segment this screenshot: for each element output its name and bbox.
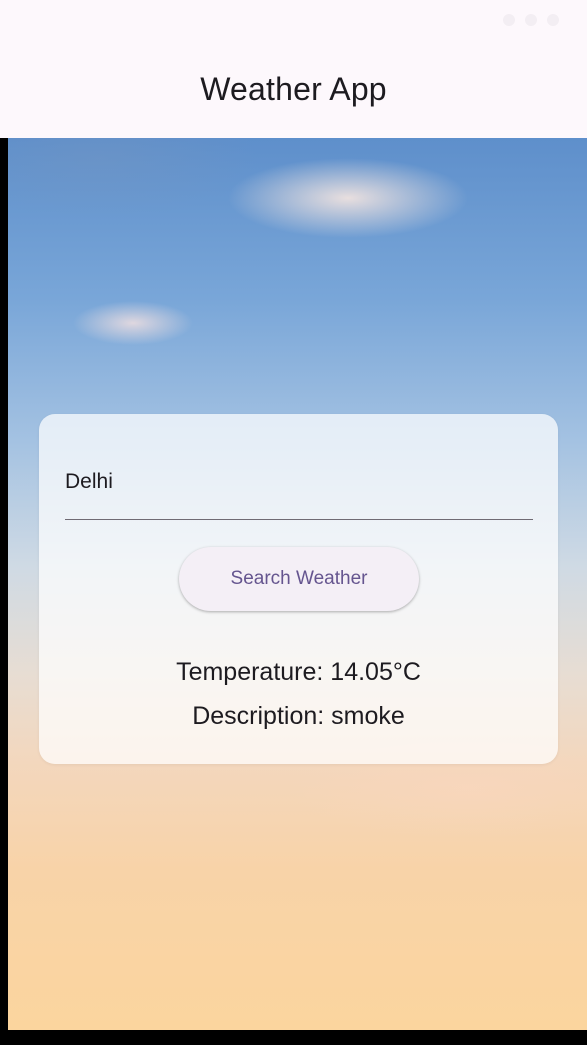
navigation-bar <box>0 1030 587 1045</box>
signal-icon <box>525 14 537 26</box>
status-bar <box>0 0 587 40</box>
temperature-text: Temperature: 14.05°C <box>176 658 421 686</box>
app-bar: Weather App <box>0 40 587 138</box>
app-title: Weather App <box>200 70 387 107</box>
description-text: Description: smoke <box>192 702 405 730</box>
wifi-icon <box>503 14 515 26</box>
weather-card: Search Weather Temperature: 14.05°C Desc… <box>39 414 558 764</box>
status-icons <box>503 14 559 26</box>
battery-icon <box>547 14 559 26</box>
phone-screen: Weather App Search Weather Temperature: … <box>0 0 587 1045</box>
search-weather-button[interactable]: Search Weather <box>179 547 419 611</box>
city-field[interactable] <box>65 448 533 520</box>
sky-background: Search Weather Temperature: 14.05°C Desc… <box>8 138 587 1030</box>
city-input[interactable] <box>65 470 533 494</box>
